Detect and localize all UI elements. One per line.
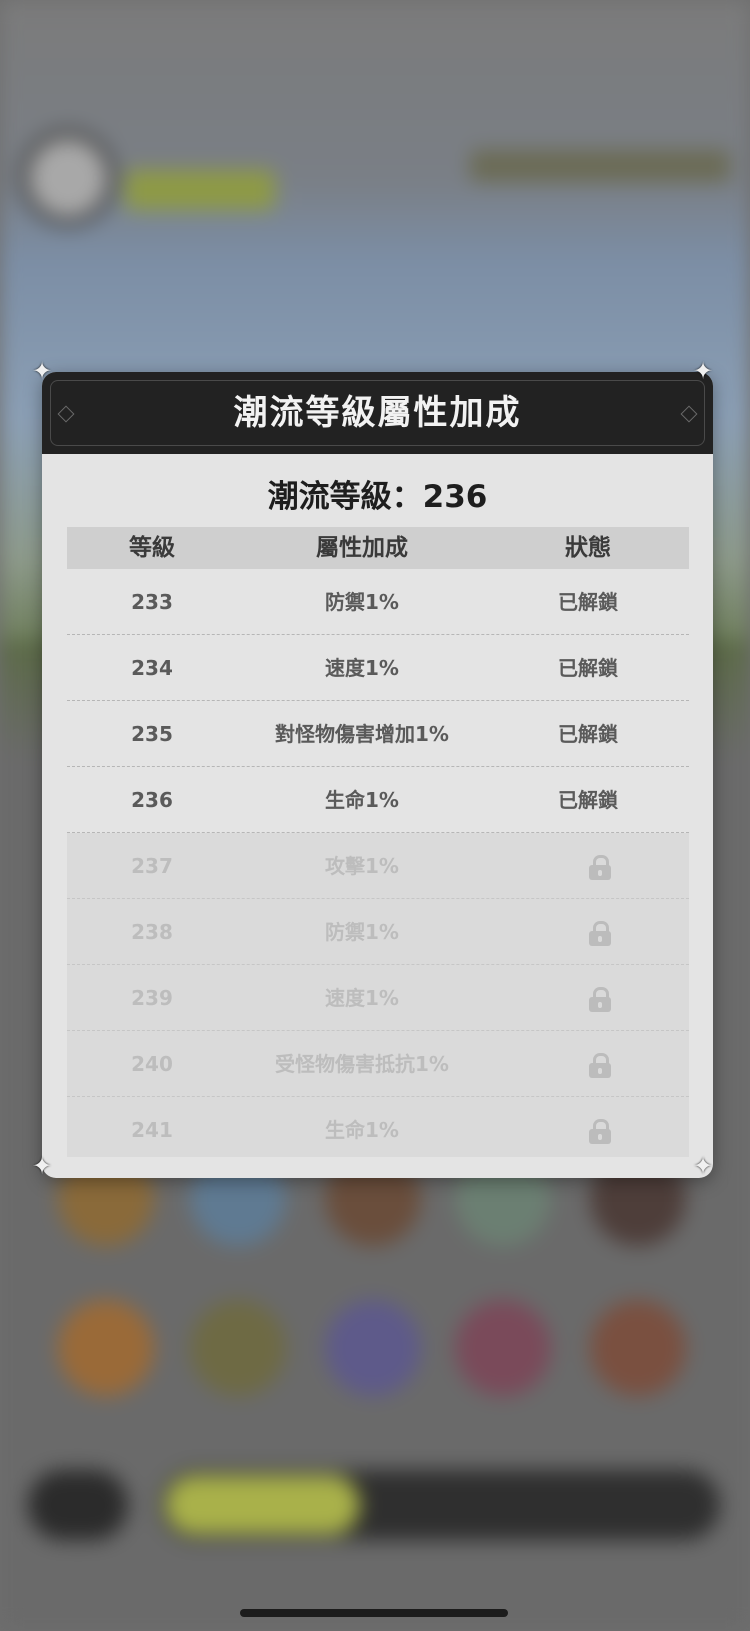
table-row: 234 速度1% 已解鎖 [67,635,689,701]
level-cell: 239 [131,986,173,1010]
attribute-cell: 攻擊1% [325,854,399,878]
attribute-cell: 速度1% [325,986,399,1010]
attribute-cell: 受怪物傷害抵抗1% [275,1052,449,1076]
table-header: 等級 屬性加成 狀態 [67,527,689,569]
home-indicator[interactable] [240,1609,508,1617]
level-cell: 240 [131,1052,173,1076]
attribute-cell: 速度1% [325,656,399,680]
dialog-header: 潮流等級屬性加成 [42,372,713,454]
attribute-cell: 防禦1% [325,590,399,614]
lock-icon [589,1119,611,1144]
corner-ornament-icon: ✦ [692,357,714,385]
level-cell: 236 [131,788,173,812]
level-cell: 241 [131,1118,173,1142]
table-row-locked: 237 攻擊1% [67,833,689,899]
table-row-locked: 240 受怪物傷害抵抗1% [67,1031,689,1097]
lock-icon [589,855,611,880]
background-avatar [20,130,116,226]
level-cell: 237 [131,854,173,878]
lock-icon [589,987,611,1012]
table-row-locked: 241 生命1% [67,1097,689,1157]
attribute-cell: 對怪物傷害增加1% [275,722,449,746]
fashion-level-bonus-dialog: 潮流等級屬性加成 潮流等級：236 等級 屬性加成 狀態 233 防禦1% 已解… [42,372,713,1178]
dialog-title: 潮流等級屬性加成 [233,393,522,433]
table-row-locked: 238 防禦1% [67,899,689,965]
header-ornament-icon [680,405,698,423]
attribute-cell: 生命1% [325,788,399,812]
status-cell: 已解鎖 [558,722,618,746]
table-row: 236 生命1% 已解鎖 [67,767,689,833]
column-header-level: 等級 [129,535,175,561]
column-header-status: 狀態 [565,535,611,561]
level-cell: 235 [131,722,173,746]
level-cell: 233 [131,590,173,614]
corner-ornament-icon: ✦ [31,357,53,385]
column-header-attribute: 屬性加成 [316,535,408,561]
lock-icon [589,921,611,946]
status-cell: 已解鎖 [558,590,618,614]
level-bonus-table[interactable]: 等級 屬性加成 狀態 233 防禦1% 已解鎖 234 速度1% 已解鎖 235… [67,527,689,1157]
status-cell: 已解鎖 [558,656,618,680]
table-row: 233 防禦1% 已解鎖 [67,569,689,635]
corner-ornament-icon: ✦ [692,1152,714,1180]
status-cell: 已解鎖 [558,788,618,812]
attribute-cell: 防禦1% [325,920,399,944]
level-cell: 238 [131,920,173,944]
level-cell: 234 [131,656,173,680]
attribute-cell: 生命1% [325,1118,399,1142]
table-row-locked: 239 速度1% [67,965,689,1031]
table-row: 235 對怪物傷害增加1% 已解鎖 [67,701,689,767]
current-level-label: 潮流等級：236 [267,479,488,515]
corner-ornament-icon: ✦ [31,1152,53,1180]
header-ornament-icon [57,405,75,423]
lock-icon [589,1053,611,1078]
